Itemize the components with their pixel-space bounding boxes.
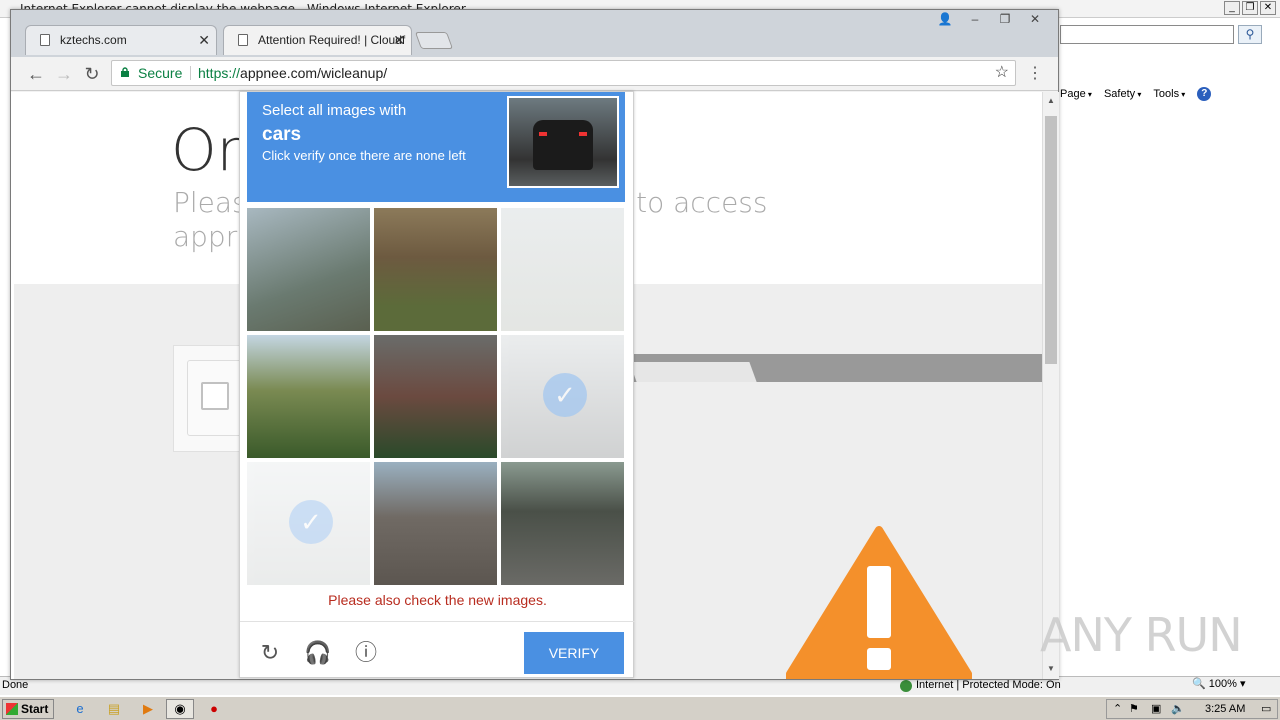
captcha-instruction: Select all images with <box>262 102 407 119</box>
captcha-sample-image <box>507 96 619 188</box>
zoom-value: 100% <box>1208 678 1237 690</box>
folder-icon[interactable]: ▤ <box>100 699 128 719</box>
secure-label: Secure <box>138 65 183 81</box>
tab-label: kztechs.com <box>60 33 127 47</box>
ie-icon[interactable]: e <box>66 699 94 719</box>
chrome-icon[interactable]: ◉ <box>166 699 194 719</box>
reload-icon[interactable]: ↻ <box>81 63 103 85</box>
restore-icon[interactable]: ❐ <box>1242 1 1258 15</box>
url-text: https://appnee.com/wicleanup/ <box>198 61 387 85</box>
system-tray: ⌃ ⚑ ▣ 🔈 3:25 AM ▭ <box>1106 699 1278 719</box>
reload-challenge-icon[interactable]: ↻ <box>256 639 284 667</box>
ie-tools-menu[interactable]: Tools <box>1153 88 1185 100</box>
search-icon[interactable]: ⚲ <box>1238 25 1262 44</box>
ie-safety-menu[interactable]: Safety <box>1104 88 1141 100</box>
antivirus-icon[interactable]: ● <box>200 699 228 719</box>
ie-window-controls: _ ❐ ✕ <box>1224 1 1276 15</box>
media-player-icon[interactable]: ▶ <box>134 699 162 719</box>
info-icon[interactable]: ⓘ <box>352 639 380 667</box>
verify-button[interactable]: VERIFY <box>524 632 624 674</box>
url-protocol: https:// <box>198 65 241 81</box>
page-scrollbar[interactable]: ▲ ▼ <box>1042 92 1059 679</box>
checkmark-icon: ✓ <box>289 500 333 544</box>
tab-label: Attention Required! | Cloudf <box>258 33 406 47</box>
captcha-tile[interactable] <box>247 208 370 331</box>
page-icon <box>40 34 50 46</box>
show-desktop-icon[interactable]: ▭ <box>1261 700 1271 718</box>
clock: 3:25 AM <box>1205 703 1246 715</box>
captcha-tile[interactable] <box>247 335 370 458</box>
flag-icon[interactable]: ⚑ <box>1129 700 1139 718</box>
captcha-tile[interactable] <box>374 208 497 331</box>
checkmark-icon: ✓ <box>543 373 587 417</box>
restore-icon[interactable]: ❐ <box>994 12 1016 26</box>
ie-zoom-level[interactable]: 🔍 100% ▾ <box>1192 676 1245 693</box>
captcha-tile[interactable] <box>501 462 624 585</box>
recaptcha-checkbox[interactable] <box>201 382 229 410</box>
tail-light <box>579 132 587 136</box>
close-tab-icon[interactable]: ✕ <box>393 26 405 54</box>
captcha-tile[interactable] <box>374 462 497 585</box>
back-icon[interactable]: ← <box>25 63 47 85</box>
chrome-toolbar: ← → ↻ Secure https://appnee.com/wicleanu… <box>11 57 1058 91</box>
captcha-tile[interactable]: ✓ <box>501 335 624 458</box>
page-icon <box>238 34 248 46</box>
warning-icon <box>786 526 972 679</box>
forward-icon[interactable]: → <box>53 63 75 85</box>
page-subtitle-line2: appr <box>173 220 238 253</box>
star-icon[interactable]: ☆ <box>995 61 1009 85</box>
url-host-path: appnee.com/wicleanup/ <box>240 65 388 81</box>
volume-icon[interactable]: 🔈 <box>1171 700 1185 718</box>
captcha-footer: ↻ 🎧 ⓘ VERIFY <box>240 621 635 679</box>
chrome-window-controls: 👤 – ❐ ✕ <box>934 12 1046 26</box>
tab-strip: kztechs.com ✕ Attention Required! | Clou… <box>11 10 1058 57</box>
captcha-tile[interactable] <box>374 335 497 458</box>
browser-illustration-tab <box>629 362 757 382</box>
tail-light <box>539 132 547 136</box>
car-silhouette <box>533 120 593 170</box>
captcha-header: Select all images with cars Click verify… <box>247 92 625 202</box>
profile-icon[interactable]: 👤 <box>934 12 956 26</box>
captcha-challenge: Select all images with cars Click verify… <box>239 91 635 679</box>
scrollbar-thumb[interactable] <box>1045 116 1057 364</box>
headphones-icon[interactable]: 🎧 <box>304 639 332 667</box>
lock-icon <box>121 67 129 77</box>
captcha-target: cars <box>262 124 302 145</box>
ie-command-bar: Page Safety Tools ? <box>1060 84 1280 104</box>
help-icon[interactable]: ? <box>1197 87 1212 101</box>
tab-attention-required[interactable]: Attention Required! | Cloudf ✕ <box>223 25 412 55</box>
omnibox-separator <box>190 66 191 80</box>
close-icon[interactable]: ✕ <box>1260 1 1276 15</box>
globe-icon <box>900 679 912 692</box>
close-icon[interactable]: ✕ <box>1024 12 1046 26</box>
close-tab-icon[interactable]: ✕ <box>198 26 210 54</box>
minimize-icon[interactable]: _ <box>1224 1 1240 15</box>
captcha-tile[interactable] <box>501 208 624 331</box>
scroll-down-icon[interactable]: ▼ <box>1045 664 1057 676</box>
kebab-menu-icon[interactable]: ⋮ <box>1027 63 1043 85</box>
captcha-tile[interactable]: ✓ <box>247 462 370 585</box>
taskbar: Start e ▤ ▶ ◉ ● ⌃ ⚑ ▣ 🔈 3:25 AM ▭ <box>0 696 1280 720</box>
tab-kztechs[interactable]: kztechs.com ✕ <box>25 25 217 55</box>
captcha-error-message: Please also check the new images. <box>328 592 547 608</box>
tray-expand-icon[interactable]: ⌃ <box>1113 700 1122 718</box>
captcha-hint: Click verify once there are none left <box>262 148 466 163</box>
ie-page-menu[interactable]: Page <box>1060 88 1092 100</box>
watermark-logo: ANY RUN <box>1040 608 1243 662</box>
network-icon[interactable]: ▣ <box>1151 700 1161 718</box>
scroll-up-icon[interactable]: ▲ <box>1045 96 1057 108</box>
start-button[interactable]: Start <box>2 699 54 719</box>
ie-search-input[interactable] <box>1060 25 1234 44</box>
minimize-icon[interactable]: – <box>964 12 986 26</box>
page-subtitle-left: Pleas <box>173 186 247 219</box>
address-bar[interactable]: Secure https://appnee.com/wicleanup/ ☆ <box>111 60 1016 86</box>
page-subtitle-right: k to access <box>611 186 768 219</box>
new-tab-button[interactable] <box>414 32 454 49</box>
